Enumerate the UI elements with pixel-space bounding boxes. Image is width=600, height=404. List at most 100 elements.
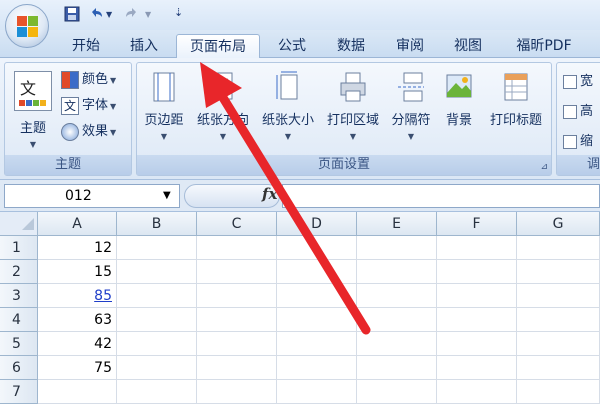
tab-formulas[interactable]: 公式 — [266, 34, 318, 58]
cell-a6[interactable]: 75 — [38, 356, 117, 380]
themes-button[interactable]: 文 主题 ▼ — [9, 71, 57, 149]
cell-f6[interactable] — [437, 356, 517, 380]
name-box[interactable]: 012 — [4, 184, 180, 208]
cell-c3[interactable] — [197, 284, 277, 308]
row-header-2[interactable]: 2 — [0, 260, 38, 284]
cell-d2[interactable] — [277, 260, 357, 284]
tab-review[interactable]: 审阅 — [384, 34, 436, 58]
cell-a3-hyperlink[interactable]: 85 — [38, 284, 117, 308]
cell-e5[interactable] — [357, 332, 437, 356]
cell-f5[interactable] — [437, 332, 517, 356]
cell-e7[interactable] — [357, 380, 437, 404]
cell-g2[interactable] — [517, 260, 600, 284]
column-header-g[interactable]: G — [517, 212, 600, 236]
themes-dropdown-icon: ▼ — [29, 140, 37, 149]
row-header-4[interactable]: 4 — [0, 308, 38, 332]
column-header-a[interactable]: A — [38, 212, 117, 236]
tab-foxit-pdf[interactable]: 福昕PDF — [502, 34, 586, 58]
column-header-f[interactable]: F — [437, 212, 517, 236]
cell-d4[interactable] — [277, 308, 357, 332]
tab-view[interactable]: 视图 — [442, 34, 494, 58]
cell-f2[interactable] — [437, 260, 517, 284]
cell-g4[interactable] — [517, 308, 600, 332]
insert-function-button[interactable]: fx — [262, 185, 277, 203]
cell-g1[interactable] — [517, 236, 600, 260]
cell-e4[interactable] — [357, 308, 437, 332]
column-header-c[interactable]: C — [197, 212, 277, 236]
cell-f7[interactable] — [437, 380, 517, 404]
cell-g7[interactable] — [517, 380, 600, 404]
cell-c5[interactable] — [197, 332, 277, 356]
cell-d6[interactable] — [277, 356, 357, 380]
undo-dropdown-icon[interactable]: ▼ — [106, 10, 112, 28]
page-setup-dialog-launcher-icon[interactable]: ⊿ — [540, 162, 548, 172]
cell-g6[interactable] — [517, 356, 600, 380]
cell-e6[interactable] — [357, 356, 437, 380]
width-button[interactable]: 宽 — [563, 71, 593, 93]
cell-e1[interactable] — [357, 236, 437, 260]
size-button[interactable]: 纸张大小 ▼ — [257, 71, 319, 141]
cell-e3[interactable] — [357, 284, 437, 308]
cell-d7[interactable] — [277, 380, 357, 404]
cell-g3[interactable] — [517, 284, 600, 308]
breaks-button[interactable]: 分隔符 ▼ — [387, 71, 435, 141]
cell-c1[interactable] — [197, 236, 277, 260]
cell-d1[interactable] — [277, 236, 357, 260]
cell-c2[interactable] — [197, 260, 277, 284]
undo-icon[interactable] — [88, 6, 104, 24]
redo-dropdown-icon[interactable]: ▼ — [145, 10, 151, 28]
cell-e2[interactable] — [357, 260, 437, 284]
cell-a7[interactable] — [38, 380, 117, 404]
cell-f1[interactable] — [437, 236, 517, 260]
formula-input[interactable] — [282, 184, 600, 208]
column-header-d[interactable]: D — [277, 212, 357, 236]
row-header-6[interactable]: 6 — [0, 356, 38, 380]
cell-c7[interactable] — [197, 380, 277, 404]
theme-effects-button[interactable]: 效果 ▼ — [61, 121, 116, 143]
tab-home[interactable]: 开始 — [58, 34, 114, 58]
theme-colors-button[interactable]: 颜色 ▼ — [61, 69, 116, 91]
cell-a1[interactable]: 12 — [38, 236, 117, 260]
cell-d3[interactable] — [277, 284, 357, 308]
print-area-button[interactable]: 打印区域 ▼ — [321, 71, 385, 141]
name-box-dropdown-icon[interactable]: ▼ — [163, 190, 171, 201]
cell-b2[interactable] — [117, 260, 197, 284]
cell-b4[interactable] — [117, 308, 197, 332]
theme-fonts-button[interactable]: 文字体 ▼ — [61, 95, 116, 117]
background-button[interactable]: 背景 — [437, 71, 481, 128]
cell-a2[interactable]: 15 — [38, 260, 117, 284]
cell-b1[interactable] — [117, 236, 197, 260]
column-header-e[interactable]: E — [357, 212, 437, 236]
orientation-button[interactable]: 纸张方向 ▼ — [191, 71, 255, 141]
height-button[interactable]: 高 — [563, 101, 593, 123]
cell-c4[interactable] — [197, 308, 277, 332]
scale-button[interactable]: 缩 — [563, 131, 593, 153]
column-header-b[interactable]: B — [117, 212, 197, 236]
tab-page-layout[interactable]: 页面布局 — [176, 34, 260, 58]
cell-c6[interactable] — [197, 356, 277, 380]
row-header-5[interactable]: 5 — [0, 332, 38, 356]
row-header-7[interactable]: 7 — [0, 380, 38, 404]
cell-b6[interactable] — [117, 356, 197, 380]
redo-icon[interactable] — [124, 6, 140, 24]
print-titles-button[interactable]: 打印标题 — [483, 71, 549, 128]
orientation-icon — [208, 71, 238, 103]
save-icon[interactable] — [64, 6, 80, 24]
select-all-corner[interactable] — [0, 212, 38, 236]
tab-data[interactable]: 数据 — [324, 34, 378, 58]
tab-insert[interactable]: 插入 — [116, 34, 172, 58]
row-header-1[interactable]: 1 — [0, 236, 38, 260]
office-button[interactable] — [5, 4, 49, 48]
margins-button[interactable]: 页边距 ▼ — [139, 71, 189, 141]
cell-b7[interactable] — [117, 380, 197, 404]
cell-a5[interactable]: 42 — [38, 332, 117, 356]
cell-g5[interactable] — [517, 332, 600, 356]
cell-b3[interactable] — [117, 284, 197, 308]
cell-a4[interactable]: 63 — [38, 308, 117, 332]
cell-b5[interactable] — [117, 332, 197, 356]
cell-d5[interactable] — [277, 332, 357, 356]
cell-f4[interactable] — [437, 308, 517, 332]
customize-toolbar-icon[interactable]: ⇣ — [174, 6, 183, 24]
row-header-3[interactable]: 3 — [0, 284, 38, 308]
cell-f3[interactable] — [437, 284, 517, 308]
